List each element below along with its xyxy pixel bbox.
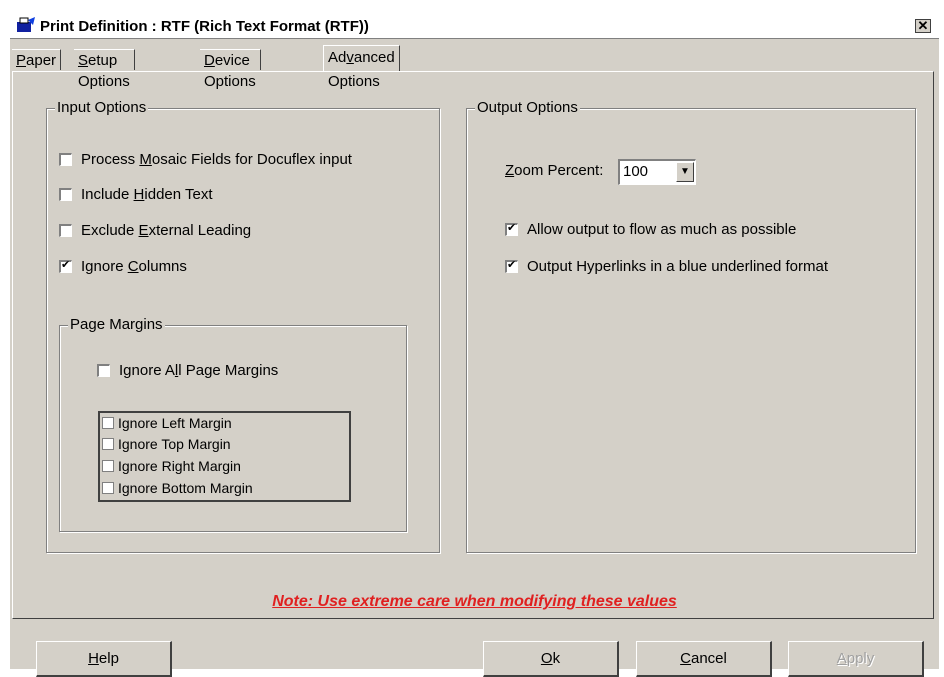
cancel-button[interactable]: Cancel <box>636 641 772 677</box>
printer-app-icon <box>17 17 35 32</box>
zoom-percent-select[interactable]: 100 ▼ <box>618 159 696 185</box>
input-options-group: Input Options Process Mosaic Fields for … <box>46 99 440 553</box>
checkbox-box[interactable] <box>97 363 110 377</box>
apply-button[interactable]: Apply <box>788 641 924 677</box>
checkbox-box-checked[interactable] <box>505 221 518 236</box>
checkbox-box[interactable] <box>59 152 72 166</box>
output-hyperlinks-checkbox[interactable]: Output Hyperlinks in a blue underlined f… <box>505 256 828 276</box>
process-mosaic-fields-checkbox[interactable]: Process Mosaic Fields for Docuflex input <box>59 149 352 169</box>
checkbox-box-checked[interactable] <box>505 258 518 273</box>
input-options-label: Input Options <box>55 99 149 116</box>
window-title: Print Definition : RTF (Rich Text Format… <box>40 18 369 35</box>
margin-options-list: Ignore Left Margin Ignore Top Margin Ign… <box>98 411 351 502</box>
ignore-right-margin-checkbox[interactable]: Ignore Right Margin <box>102 456 241 476</box>
title-bar[interactable]: Print Definition : RTF (Rich Text Format… <box>10 15 939 39</box>
ignore-top-margin-checkbox[interactable]: Ignore Top Margin <box>102 434 231 454</box>
output-options-label: Output Options <box>475 99 580 116</box>
ignore-bottom-margin-checkbox[interactable]: Ignore Bottom Margin <box>102 478 253 498</box>
checkbox-box[interactable] <box>59 223 72 237</box>
advanced-options-panel: Input Options Process Mosaic Fields for … <box>12 71 934 619</box>
chevron-down-icon[interactable]: ▼ <box>676 162 694 182</box>
tab-paper[interactable]: Paper <box>12 49 62 70</box>
print-definition-dialog: Print Definition : RTF (Rich Text Format… <box>9 14 939 677</box>
help-button[interactable]: Help <box>36 641 172 677</box>
zoom-percent-label: Zoom Percent: <box>505 162 604 179</box>
ignore-left-margin-checkbox[interactable]: Ignore Left Margin <box>102 413 232 433</box>
ignore-all-page-margins-checkbox[interactable]: Ignore All Page Margins <box>97 360 278 380</box>
exclude-external-leading-checkbox[interactable]: Exclude External Leading <box>59 220 251 240</box>
page-margins-label: Page Margins <box>68 316 165 333</box>
tab-device-options[interactable]: Device Options <box>200 49 261 90</box>
warning-note: Note: Use extreme care when modifying th… <box>272 593 677 610</box>
close-button[interactable]: ✕ <box>915 19 931 33</box>
tab-advanced-options[interactable]: Advanced Options <box>323 45 400 90</box>
ignore-columns-checkbox[interactable]: Ignore Columns <box>59 256 187 276</box>
output-options-group: Output Options Zoom Percent: 100 ▼ Allow… <box>466 99 916 553</box>
page-margins-group: Page Margins Ignore All Page Margins Ign… <box>59 316 407 532</box>
allow-output-flow-checkbox[interactable]: Allow output to flow as much as possible <box>505 219 796 239</box>
tab-setup-options[interactable]: Setup Options <box>74 49 135 90</box>
checkbox-box-checked[interactable] <box>59 258 72 273</box>
include-hidden-text-checkbox[interactable]: Include Hidden Text <box>59 184 213 204</box>
ok-button[interactable]: Ok <box>483 641 619 677</box>
checkbox-box[interactable] <box>59 187 72 201</box>
